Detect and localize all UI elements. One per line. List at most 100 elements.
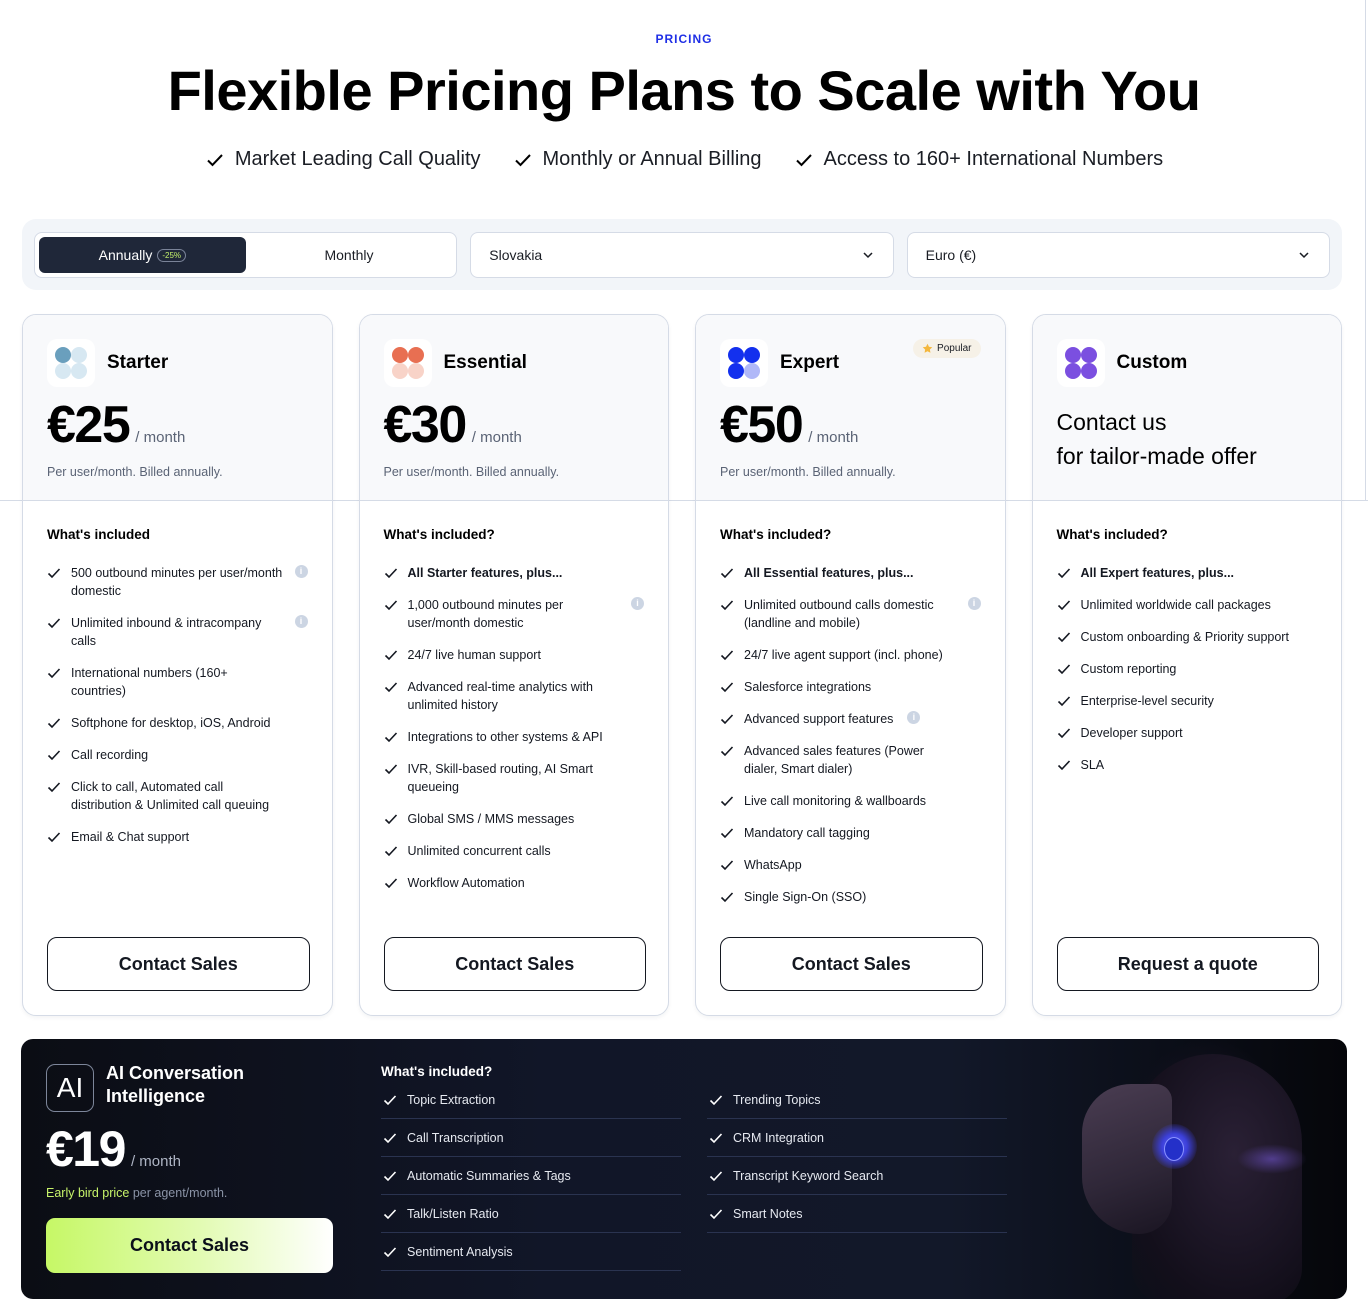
ai-feature-text: Trending Topics xyxy=(733,1092,821,1107)
header-bullet: Monthly or Annual Billing xyxy=(513,148,762,171)
included-title: What's included xyxy=(47,527,150,542)
feature-item: 500 outbound minutes per user/month dome… xyxy=(47,564,308,600)
currency-select[interactable]: Euro (€) xyxy=(906,232,1330,278)
header-bullets: Market Leading Call Quality Monthly or A… xyxy=(0,148,1368,171)
discount-badge: -25% xyxy=(157,248,187,262)
feature-item: Advanced real-time analytics with unlimi… xyxy=(384,678,645,714)
feature-item: Custom reporting xyxy=(1057,660,1318,678)
feature-text: 500 outbound minutes per user/month dome… xyxy=(71,566,283,598)
feature-item: Email & Chat support xyxy=(47,828,308,846)
ai-addon-title: AI Conversation Intelligence xyxy=(106,1062,244,1108)
ai-feature-text: Call Transcription xyxy=(407,1130,504,1145)
star-icon xyxy=(922,343,933,353)
check-icon xyxy=(384,732,397,743)
plan-card-starter: Starter €25 / month Per user/month. Bill… xyxy=(22,314,333,1016)
custom-contact-line: for tailor-made offer xyxy=(1056,443,1257,469)
feature-item: Unlimited worldwide call packages xyxy=(1057,596,1318,614)
starter-dots-icon xyxy=(47,339,95,387)
contact-sales-button[interactable]: Contact Sales xyxy=(720,937,983,991)
header-bullet-text: Market Leading Call Quality xyxy=(234,148,481,170)
feature-list: All Starter features, plus... 1,000 outbo… xyxy=(384,564,645,892)
feature-text: Custom reporting xyxy=(1080,662,1177,676)
check-icon xyxy=(47,782,61,793)
feature-list: 500 outbound minutes per user/month dome… xyxy=(47,564,308,846)
check-icon xyxy=(47,668,61,679)
feature-text: Unlimited outbound calls domestic (landl… xyxy=(744,598,934,630)
feature-item: Call recording xyxy=(47,746,308,764)
country-select[interactable]: Slovakia xyxy=(470,232,894,278)
check-icon xyxy=(384,650,397,661)
feature-item: International numbers (160+ countries) xyxy=(47,664,308,700)
feature-item: Mandatory call tagging xyxy=(720,824,981,842)
plan-heading: Starter xyxy=(47,339,308,387)
check-icon xyxy=(1057,568,1070,579)
currency-select-value: Euro (€) xyxy=(925,247,977,263)
check-icon xyxy=(384,846,397,857)
header-bullet-text: Monthly or Annual Billing xyxy=(542,148,762,170)
plan-card-custom: Custom Contact us for tailor-made offer … xyxy=(1031,314,1342,1016)
section-eyebrow: PRICING xyxy=(655,32,713,46)
check-icon xyxy=(384,764,397,775)
feature-list: All Expert features, plus... Unlimited wo… xyxy=(1057,564,1318,774)
check-icon xyxy=(720,892,734,903)
feature-text: Email & Chat support xyxy=(71,830,190,844)
custom-dots-icon xyxy=(1056,339,1105,387)
info-icon[interactable]: i xyxy=(294,565,308,578)
billing-option-monthly[interactable]: Monthly xyxy=(246,237,453,273)
contact-sales-button[interactable]: Contact Sales xyxy=(47,937,310,991)
feature-text: International numbers (160+ countries) xyxy=(71,666,228,698)
feature-text: 1,000 outbound minutes per user/month do… xyxy=(407,598,564,630)
ai-feature-item: CRM Integration xyxy=(707,1119,1007,1157)
essential-dots-icon xyxy=(383,339,432,387)
popular-badge-text: Popular xyxy=(937,343,972,354)
info-icon[interactable]: i xyxy=(967,597,981,610)
check-icon xyxy=(514,153,531,166)
feature-item: Global SMS / MMS messages xyxy=(384,810,645,828)
ai-feature-text: Sentiment Analysis xyxy=(407,1244,513,1259)
ai-feature-text: Automatic Summaries & Tags xyxy=(407,1168,571,1183)
check-icon xyxy=(720,828,734,839)
feature-text: Advanced support features xyxy=(744,712,894,726)
check-icon xyxy=(383,1132,397,1143)
feature-item: All Starter features, plus... xyxy=(384,564,645,582)
check-icon xyxy=(709,1170,723,1181)
ai-addon-heading: AI AI Conversation Intelligence xyxy=(46,1062,336,1112)
ai-feature-column: Topic Extraction Call Transcription Automa… xyxy=(381,1081,681,1271)
info-icon[interactable]: i xyxy=(294,615,308,628)
feature-text: Single Sign-On (SSO) xyxy=(744,890,867,904)
feature-text: 24/7 live human support xyxy=(407,648,541,662)
price-row: €30 / month xyxy=(384,399,645,451)
plan-name: Custom xyxy=(1116,352,1188,373)
request-quote-button[interactable]: Request a quote xyxy=(1056,937,1319,991)
plan-card-header: Expert Popular €50 / month Per user/mont… xyxy=(696,315,1005,501)
plan-billing-note: Per user/month. Billed annually. xyxy=(47,465,223,479)
check-icon xyxy=(47,718,61,729)
info-icon[interactable]: i xyxy=(631,597,644,610)
included-title: What's included? xyxy=(383,527,495,542)
check-icon xyxy=(720,714,734,725)
check-icon xyxy=(720,746,734,757)
ai-period: / month xyxy=(130,1153,181,1170)
feature-text: Developer support xyxy=(1080,726,1183,740)
header-bullet: Market Leading Call Quality xyxy=(205,148,481,171)
feature-text: Unlimited inbound & intracompany calls xyxy=(71,616,262,648)
feature-text: SLA xyxy=(1080,758,1105,772)
ai-contact-sales-button[interactable]: Contact Sales xyxy=(46,1218,333,1273)
contact-sales-button[interactable]: Contact Sales xyxy=(383,937,646,991)
check-icon xyxy=(47,750,61,761)
check-icon xyxy=(1057,664,1070,675)
ai-feature-item: Automatic Summaries & Tags xyxy=(381,1157,681,1195)
plan-name: Expert xyxy=(780,352,840,373)
ai-hero-image xyxy=(1017,1039,1347,1299)
plan-card-body: What's included? All Essential features,… xyxy=(696,501,1005,906)
feature-text: Softphone for desktop, iOS, Android xyxy=(71,716,271,730)
feature-item: Unlimited concurrent calls xyxy=(384,842,645,860)
billing-option-annually[interactable]: Annually -25% xyxy=(39,237,246,273)
check-icon xyxy=(384,814,397,825)
check-icon xyxy=(207,153,223,166)
ai-feature-item: Transcript Keyword Search xyxy=(707,1157,1007,1195)
ai-included: What's included? Topic Extraction Call Tr… xyxy=(381,1064,1021,1271)
info-icon[interactable]: i xyxy=(907,711,921,724)
feature-text: Salesforce integrations xyxy=(744,680,872,694)
plan-heading: Custom xyxy=(1056,339,1318,387)
